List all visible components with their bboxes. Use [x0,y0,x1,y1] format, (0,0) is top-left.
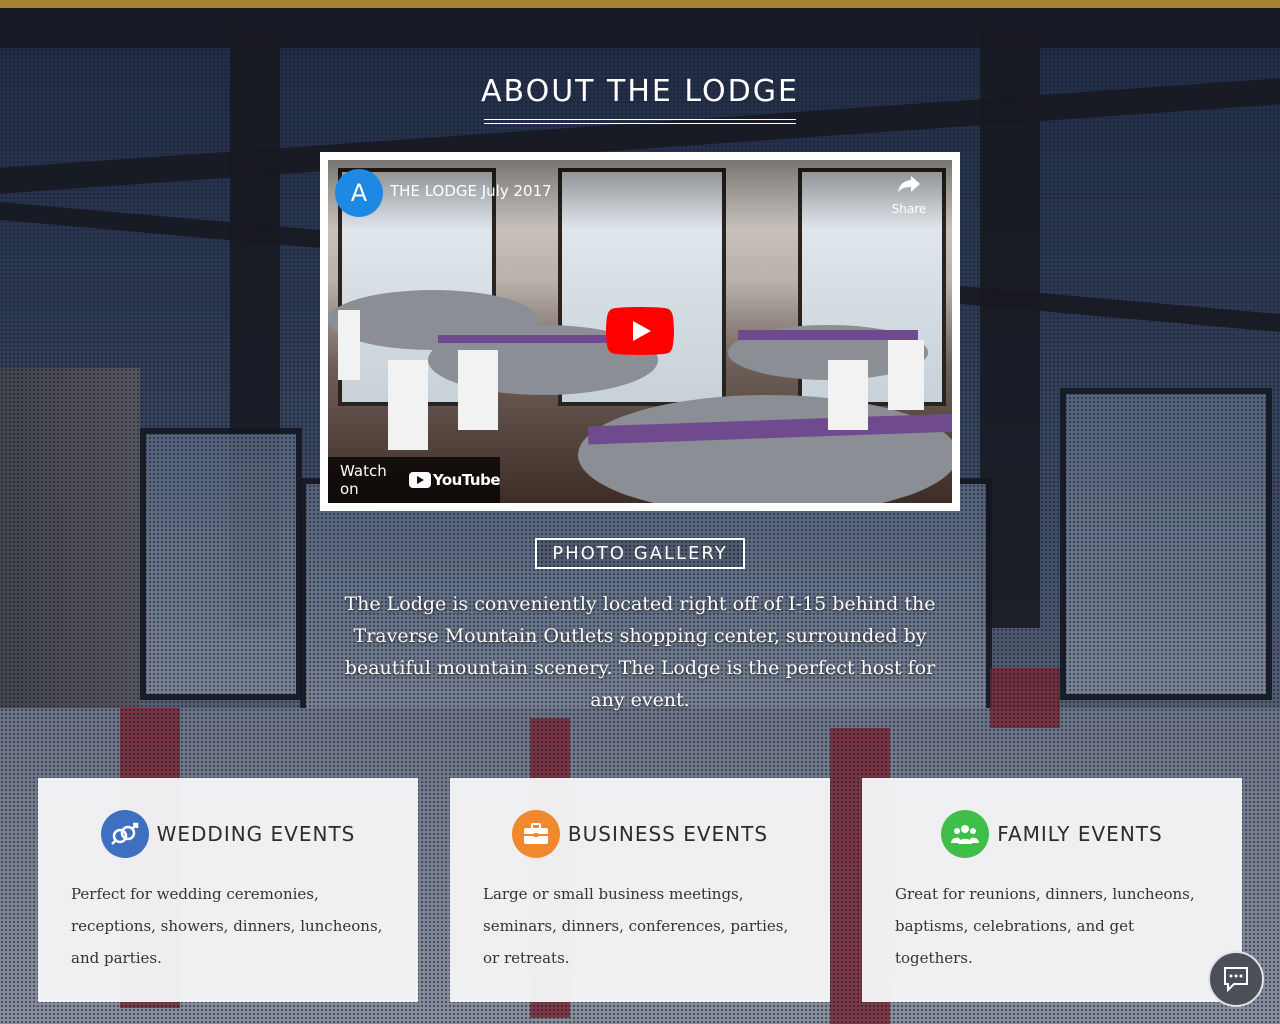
card-title: BUSINESS EVENTS [567,822,769,846]
share-icon [898,176,920,193]
group-icon [941,810,990,858]
chat-icon [1224,967,1248,993]
top-accent-bar [0,0,1280,8]
family-events-card: FAMILY EVENTS Great for reunions, dinner… [862,778,1242,1002]
gender-rings-icon [100,810,149,858]
section-title: ABOUT THE LODGE [481,74,799,109]
youtube-play-icon [408,472,431,488]
video-thumbnail[interactable]: A THE LODGE July 2017 Share Watch on You… [328,160,952,503]
briefcase-icon [511,810,560,858]
card-title: FAMILY EVENTS [997,822,1163,846]
wedding-events-card: WEDDING EVENTS Perfect for wedding cerem… [38,778,418,1002]
card-description: Perfect for wedding ceremonies, receptio… [71,885,383,967]
channel-avatar[interactable]: A [335,169,383,217]
chat-button[interactable] [1208,951,1264,1007]
watch-on-label: Watch on [340,462,387,498]
share-label: Share [891,202,927,216]
title-underline [484,119,796,124]
video-embed[interactable]: A THE LODGE July 2017 Share Watch on You… [320,152,960,511]
photo-gallery-button[interactable]: PHOTO GALLERY [535,538,745,569]
video-title[interactable]: THE LODGE July 2017 [390,182,552,200]
card-description: Large or small business meetings, semina… [483,885,789,967]
share-button[interactable]: Share [884,174,934,216]
intro-paragraph: The Lodge is conveniently located right … [344,593,936,711]
business-events-card: BUSINESS EVENTS Large or small business … [450,778,830,1002]
play-button-icon[interactable] [606,307,674,355]
card-description: Great for reunions, dinners, luncheons, … [895,885,1195,967]
watch-on-youtube-button[interactable]: Watch on YouTube [328,457,501,503]
youtube-logo: YouTube [408,471,501,489]
card-title: WEDDING EVENTS [156,822,356,846]
